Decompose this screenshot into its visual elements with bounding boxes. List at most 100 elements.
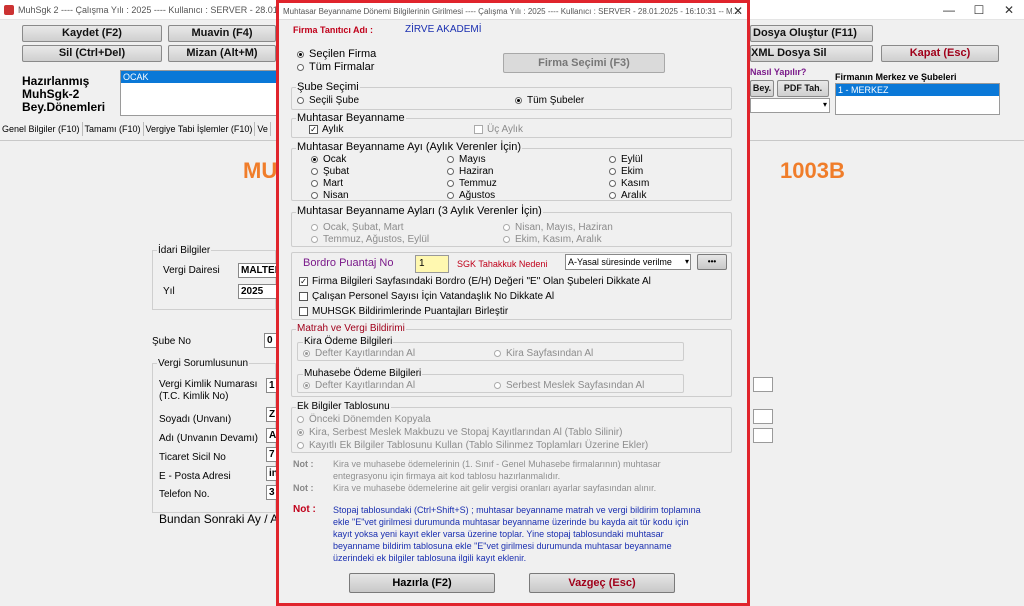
- kira-defter-radio[interactable]: [303, 350, 310, 357]
- pdf-tahakkuk-button[interactable]: PDF Tah.: [777, 80, 829, 97]
- sil-button[interactable]: Sil (Ctrl+Del): [22, 45, 162, 62]
- kapat-button[interactable]: Kapat (Esc): [881, 45, 999, 62]
- mizan-button[interactable]: Mizan (Alt+M): [168, 45, 276, 62]
- ek-onceki-radio[interactable]: [297, 416, 304, 423]
- vergi-sorumlusu-title: Vergi Sorumlusunun: [157, 358, 250, 369]
- month-radio-mart[interactable]: [311, 180, 318, 187]
- check-bordro-subeler[interactable]: ✓: [299, 277, 308, 286]
- month-radio-subat[interactable]: [311, 168, 318, 175]
- close-icon[interactable]: ✕: [994, 0, 1024, 20]
- month-radio-haziran[interactable]: [447, 168, 454, 175]
- maximize-icon[interactable]: ☐: [964, 0, 994, 20]
- ek-bilgiler-title: Ek Bilgiler Tablosunu: [296, 401, 391, 412]
- check-bordro-subeler-label: Firma Bilgileri Sayfasındaki Bordro (E/H…: [312, 276, 651, 287]
- tum-firmalar-radio[interactable]: [297, 64, 304, 71]
- secili-sube-label: Seçili Şube: [309, 95, 360, 106]
- quarter-radio-q3[interactable]: [311, 236, 318, 243]
- tab-vergiye-tabi[interactable]: Vergiye Tabi İşlemler (F10): [144, 122, 256, 136]
- period-list-item[interactable]: OCAK: [121, 71, 276, 83]
- muhsgk2-label: MuhSgk-2: [22, 87, 80, 101]
- month-label-agustos: Ağustos: [459, 190, 496, 201]
- month-radio-mayis[interactable]: [447, 156, 454, 163]
- month-radio-nisan[interactable]: [311, 192, 318, 199]
- quarter-radio-q1[interactable]: [311, 224, 318, 231]
- ek-onceki-label: Önceki Dönemden Kopyala: [309, 414, 431, 425]
- tab-genel-bilgiler[interactable]: Genel Bilgiler (F10): [0, 122, 83, 136]
- ek-kira-radio[interactable]: [297, 429, 304, 436]
- vazgec-button[interactable]: Vazgeç (Esc): [529, 573, 675, 593]
- aylik-checkbox[interactable]: ✓: [309, 125, 318, 134]
- tab-ve[interactable]: Ve: [255, 122, 271, 136]
- month-label-kasim: Kasım: [621, 178, 650, 189]
- dosya-olustur-button[interactable]: Dosya Oluştur (F11): [750, 25, 873, 42]
- month-radio-kasim[interactable]: [609, 180, 616, 187]
- app-icon: [4, 5, 14, 15]
- tum-subeler-radio[interactable]: [515, 97, 522, 104]
- note1-line2: entegrasyonu için firmaya ait kod tablos…: [333, 471, 561, 481]
- kaydet-button[interactable]: Kaydet (F2): [22, 25, 162, 42]
- dialog-close-icon[interactable]: ✕: [733, 3, 743, 20]
- branch-list-item[interactable]: 1 - MERKEZ: [836, 84, 999, 96]
- secilen-firma-label: Seçilen Firma: [309, 48, 377, 60]
- dialog-body: Firma Tanıtıcı Adı : ZİRVE AKADEMİ Seçil…: [279, 20, 747, 603]
- bey-button[interactable]: Bey.: [750, 80, 774, 97]
- quarter-radio-q4[interactable]: [503, 236, 510, 243]
- right-field-1[interactable]: [753, 377, 773, 392]
- main-tabs: Genel Bilgiler (F10) Tamamı (F10) Vergiye …: [0, 122, 271, 140]
- month-radio-aralik[interactable]: [609, 192, 616, 199]
- firma-secimi-button[interactable]: Firma Seçimi (F3): [503, 53, 665, 73]
- right-field-3[interactable]: [753, 428, 773, 443]
- right-field-2[interactable]: [753, 409, 773, 424]
- secili-sube-radio[interactable]: [297, 97, 304, 104]
- vkn-label: Vergi Kimlik Numarası: [159, 379, 258, 390]
- muhasebe-defter-radio[interactable]: [303, 382, 310, 389]
- kira-title: Kira Ödeme Bilgileri: [303, 336, 394, 347]
- check-vatandaslik-label: Çalışan Personel Sayısı İçin Vatandaşlık…: [312, 291, 555, 302]
- serbest-meslek-radio[interactable]: [494, 382, 501, 389]
- nasil-yapilir-link[interactable]: Nasıl Yapılır?: [750, 67, 806, 77]
- period-list[interactable]: OCAK: [120, 70, 277, 116]
- dialog-titlebar: Muhtasar Beyanname Dönemi Bilgilerinin G…: [279, 3, 747, 20]
- main-window-title: MuhSgk 2 ---- Çalışma Yılı : 2025 ---- K…: [18, 5, 319, 15]
- form-title-left: MU: [243, 158, 278, 183]
- tab-tamami[interactable]: Tamamı (F10): [83, 122, 144, 136]
- muhasebe-title: Muhasebe Ödeme Bilgileri: [303, 368, 423, 379]
- hazirla-button[interactable]: Hazırla (F2): [349, 573, 495, 593]
- serbest-meslek-label: Serbest Meslek Sayfasından Al: [506, 380, 645, 391]
- month-label-ocak: Ocak: [323, 154, 347, 165]
- note3-text: Stopaj tablosundaki (Ctrl+Shift+S) ; muh…: [333, 504, 701, 564]
- sgk-dropdown[interactable]: A-Yasal süresinde verilme ▾: [565, 254, 691, 270]
- chevron-down-icon: ▾: [684, 257, 689, 266]
- muhtasar-beyanname-title: Muhtasar Beyanname: [296, 112, 406, 124]
- check-puantaj-birlestir[interactable]: [299, 307, 308, 316]
- vergi-dairesi-field[interactable]: MALTEP: [238, 263, 278, 278]
- month-label-mayis: Mayıs: [459, 154, 486, 165]
- month-radio-ocak[interactable]: [311, 156, 318, 163]
- ek-kayitli-radio[interactable]: [297, 442, 304, 449]
- quarter-radio-q2[interactable]: [503, 224, 510, 231]
- secilen-firma-radio[interactable]: [297, 51, 304, 58]
- yil-field[interactable]: 2025: [238, 284, 278, 299]
- bordro-field[interactable]: 1: [415, 255, 449, 273]
- month-radio-temmuz[interactable]: [447, 180, 454, 187]
- ek-kira-label: Kira, Serbest Meslek Makbuzu ve Stopaj K…: [309, 427, 623, 438]
- month-label-subat: Şubat: [323, 166, 350, 177]
- muavin-button[interactable]: Muavin (F4): [168, 25, 276, 42]
- sgk-more-button[interactable]: •••: [697, 254, 727, 270]
- check-vatandaslik[interactable]: [299, 292, 308, 301]
- minimize-icon[interactable]: —: [934, 0, 964, 20]
- month-label-eylul: Eylül: [621, 154, 643, 165]
- note2-label: Not :: [293, 483, 314, 493]
- ek-kayitli-label: Kayıtlı Ek Bilgiler Tablosunu Kullan (Ta…: [309, 440, 649, 451]
- month-radio-eylul[interactable]: [609, 156, 616, 163]
- xml-dosya-sil-button[interactable]: XML Dosya Sil: [750, 45, 873, 62]
- branches-list[interactable]: 1 - MERKEZ: [835, 83, 1000, 115]
- hazirlanmis-label: Hazırlanmış: [22, 74, 90, 88]
- kira-sayfasi-radio[interactable]: [494, 350, 501, 357]
- month-radio-agustos[interactable]: [447, 192, 454, 199]
- firma-value: ZİRVE AKADEMİ: [405, 24, 482, 35]
- uc-aylik-checkbox[interactable]: [474, 125, 483, 134]
- period-dropdown[interactable]: ▾: [750, 98, 830, 113]
- month-label-haziran: Haziran: [459, 166, 494, 177]
- month-radio-ekim[interactable]: [609, 168, 616, 175]
